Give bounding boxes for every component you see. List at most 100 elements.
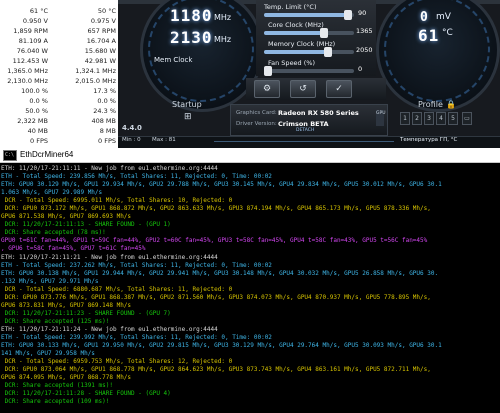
profile-slot-2[interactable]: 2 bbox=[412, 112, 422, 125]
profile-slot-5[interactable]: 5 bbox=[448, 112, 458, 125]
temp-limit-slider-fill bbox=[264, 13, 352, 17]
console-line: DCR: Share accepted (125 ms)! bbox=[1, 317, 110, 325]
memory-clock-slider-fill bbox=[264, 50, 330, 54]
console-line: GPU6 871.538 Mh/s, GPU7 869.693 Mh/s bbox=[1, 213, 132, 221]
console-line: DCR: Share accepted (1391 ms)! bbox=[1, 382, 113, 390]
sensor-current-value: 50.0 % bbox=[25, 107, 48, 115]
console-line: , GPU6 t=58C fan=45%, GPU7 t=61C fan=45% bbox=[1, 245, 146, 253]
min-label: Min : 0 bbox=[122, 137, 141, 143]
console-icon: C:\ bbox=[3, 150, 17, 161]
console-line: DCR: 11/20/17-21:11:13 - SHARE FOUND - (… bbox=[1, 221, 171, 229]
sensor-row: 112.453 W 42.981 W bbox=[0, 56, 118, 66]
temp-limit-slider-knob[interactable] bbox=[343, 10, 352, 20]
console-line: ETH: 11/20/17-21:11:21 - New job from eu… bbox=[1, 253, 218, 261]
console-window: C:\ EthDcrMiner64 ETH: 11/20/17-21:11:11… bbox=[0, 148, 500, 413]
mem-clock-label: Mem Clock bbox=[154, 56, 193, 64]
sensor-min-value: 0.0 % bbox=[97, 97, 116, 105]
sensor-row: 40 MB 8 MB bbox=[0, 126, 118, 136]
sensor-current-value: 100.0 % bbox=[21, 87, 48, 95]
driver-value: Crimson BETA bbox=[278, 120, 329, 128]
temp-limit-slider[interactable] bbox=[264, 10, 354, 20]
sensor-min-value: 657 RPM bbox=[87, 27, 116, 35]
settings-button[interactable]: ⚙ bbox=[254, 80, 280, 98]
sensor-row: 76.040 W 15.680 W bbox=[0, 46, 118, 56]
temp-limit-label: Temp. Limit (°C) bbox=[264, 3, 317, 11]
sensor-min-value: 50 °C bbox=[97, 7, 116, 15]
reset-button[interactable]: ↺ bbox=[290, 80, 316, 98]
profile-slot-1[interactable]: 1 bbox=[400, 112, 410, 125]
mem-clock-unit: MHz bbox=[214, 35, 232, 44]
temp-unit: °C bbox=[442, 28, 453, 38]
sensor-current-value: 0.950 V bbox=[22, 17, 48, 25]
windows-icon[interactable]: ⊞ bbox=[184, 112, 192, 122]
sensor-min-value: 24.3 % bbox=[93, 107, 116, 115]
sensor-min-value: 17.3 % bbox=[93, 87, 116, 95]
core-clock-slider-knob[interactable] bbox=[319, 28, 328, 38]
mem-clock-readout: 2130 bbox=[170, 28, 213, 47]
sensor-row: 1,365.0 MHz 1,324.1 MHz bbox=[0, 66, 118, 76]
sensor-panel: 61 °C 50 °C 0.950 V 0.975 V 1,859 RPM 657 RPM… bbox=[0, 0, 119, 148]
console-line: GPU6 874.095 Mh/s, GPU7 868.778 Mh/s bbox=[1, 374, 132, 382]
sensor-row: 0.950 V 0.975 V bbox=[0, 16, 118, 26]
core-clock-label: Core Clock (MHz) bbox=[268, 21, 324, 29]
sensor-row: 0 FPS 0 FPS bbox=[0, 136, 118, 146]
console-log[interactable]: ETH: 11/20/17-21:11:11 - New job from eu… bbox=[1, 165, 499, 413]
apply-button[interactable]: ✓ bbox=[326, 80, 352, 98]
core-clock-slider-fill bbox=[264, 31, 326, 35]
sensor-min-value: 0 FPS bbox=[98, 137, 116, 145]
fan-speed-label: Fan Speed (%) bbox=[268, 59, 316, 67]
detach-link[interactable]: DETACH bbox=[296, 128, 314, 133]
temp-limit-value: 90 bbox=[358, 9, 367, 17]
console-line: ETH: 11/20/17-21:11:24 - New job from eu… bbox=[1, 325, 218, 333]
sensor-row: 100.0 % 17.3 % bbox=[0, 86, 118, 96]
console-line: DCR: 11/20/17-21:11:28 - SHARE FOUND - (… bbox=[1, 390, 171, 398]
sensor-current-value: 0 FPS bbox=[30, 137, 48, 145]
memory-clock-value: 2050 bbox=[356, 46, 373, 54]
sensor-row: 1,859 RPM 657 RPM bbox=[0, 26, 118, 36]
voltage-unit: mV bbox=[436, 12, 451, 22]
profile-slot-4[interactable]: 4 bbox=[436, 112, 446, 125]
memory-clock-slider[interactable] bbox=[264, 47, 354, 57]
console-line: DCR: Share accepted (78 ms)! bbox=[1, 229, 106, 237]
sensor-row: 2,322 MB 408 MB bbox=[0, 116, 118, 126]
console-line: 1.063 Mh/s, GPU7 29.989 Mh/s bbox=[1, 189, 103, 197]
sensor-row: 0.0 % 0.0 % bbox=[0, 96, 118, 106]
fan-speed-slider[interactable] bbox=[264, 66, 354, 76]
sensor-current-value: 1,365.0 MHz bbox=[7, 67, 48, 75]
sensor-current-value: 81.109 A bbox=[18, 37, 48, 45]
console-titlebar[interactable]: C:\ EthDcrMiner64 bbox=[0, 148, 500, 163]
profile-slot-3[interactable]: 3 bbox=[424, 112, 434, 125]
console-line: ETH: GPU0 30.129 Mh/s, GPU1 29.934 Mh/s,… bbox=[1, 181, 442, 189]
sensor-current-value: 76.040 W bbox=[16, 47, 48, 55]
graphics-card-label: Graphics Card: bbox=[236, 110, 277, 116]
gpu-badge[interactable]: GPU bbox=[376, 110, 386, 126]
graphics-card-value: Radeon RX 580 Series bbox=[278, 109, 359, 117]
lock-icon[interactable]: 🔒 bbox=[446, 100, 456, 109]
memory-clock-slider-knob[interactable] bbox=[323, 47, 332, 57]
sensor-min-value: 408 MB bbox=[91, 117, 116, 125]
sensor-current-value: 0.0 % bbox=[29, 97, 48, 105]
max-label: Max : 81 bbox=[152, 137, 176, 143]
console-line: DCR: 11/20/17-21:11:23 - SHARE FOUND - (… bbox=[1, 309, 171, 317]
save-profile-button[interactable]: ▭ bbox=[462, 112, 472, 125]
console-line: 141 Mh/s, GPU7 29.958 Mh/s bbox=[1, 350, 95, 358]
console-line: DCR: Share accepted (109 ms)! bbox=[1, 398, 110, 406]
sensor-current-value: 112.453 W bbox=[12, 57, 48, 65]
core-clock-value: 1365 bbox=[356, 27, 373, 35]
console-line: GPU6 873.831 Mh/s, GPU7 869.148 Mh/s bbox=[1, 301, 132, 309]
temp-history-line bbox=[214, 141, 394, 142]
console-line: ETH: GPU0 30.133 Mh/s, GPU1 29.950 Mh/s,… bbox=[1, 342, 442, 350]
sensor-row: 50.0 % 24.3 % bbox=[0, 106, 118, 116]
fan-speed-slider-knob[interactable] bbox=[264, 66, 272, 76]
temp-chart-label: Температура ГП, °C bbox=[400, 137, 458, 143]
voltage-readout: 0 bbox=[420, 10, 429, 25]
sensor-min-value: 1,324.1 MHz bbox=[75, 67, 116, 75]
console-line: DCR: GPU0 873.172 Mh/s, GPU1 868.872 Mh/… bbox=[1, 205, 431, 213]
core-clock-slider[interactable] bbox=[264, 28, 354, 38]
sensor-current-value: 1,859 RPM bbox=[13, 27, 48, 35]
sensor-min-value: 2,015.0 MHz bbox=[75, 77, 116, 85]
console-line: ETH: 11/20/17-21:11:11 - New job from eu… bbox=[1, 165, 218, 172]
console-line: DCR: GPU0 873.776 Mh/s, GPU1 868.387 Mh/… bbox=[1, 293, 431, 301]
sensor-min-value: 15.680 W bbox=[84, 47, 116, 55]
console-line: DCR - Total Speed: 6995.011 Mh/s, Total … bbox=[1, 197, 233, 205]
